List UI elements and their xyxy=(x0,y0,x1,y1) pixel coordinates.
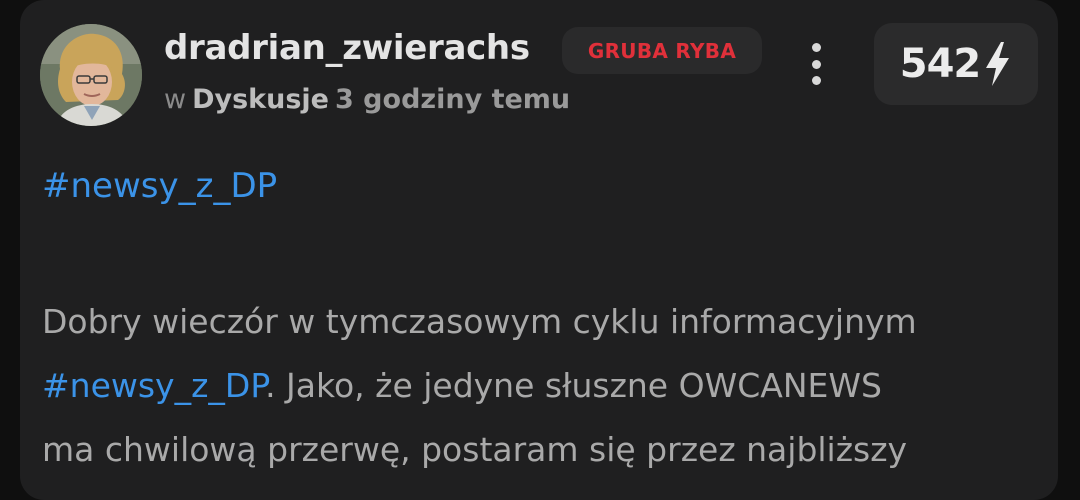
lightning-bolt-icon xyxy=(986,42,1010,86)
vote-count: 542 xyxy=(899,41,981,87)
rank-badge: GRUBA RYBA xyxy=(562,27,762,74)
body-text: . Jako, że jedyne słuszne OWCANEWS xyxy=(265,366,882,405)
author-username[interactable]: dradrian_zwierachs xyxy=(164,28,530,68)
hashtag-link[interactable]: #newsy_z_DP xyxy=(42,166,277,206)
dot xyxy=(811,59,821,69)
body-line: #newsy_z_DP. Jako, że jedyne słuszne OWC… xyxy=(42,354,1042,418)
hashtag-line: #newsy_z_DP xyxy=(42,166,277,206)
meta-in-label: w xyxy=(164,84,187,115)
vote-button[interactable]: 542 xyxy=(874,23,1038,105)
dot xyxy=(811,43,821,52)
avatar[interactable] xyxy=(40,24,142,126)
post-time: 3 godziny temu xyxy=(335,84,571,115)
more-vertical-icon[interactable] xyxy=(802,43,830,85)
body-line: ma chwilową przerwę, postaram się przez … xyxy=(42,430,908,469)
hashtag-link[interactable]: #newsy_z_DP xyxy=(42,366,265,405)
body-line: Dobry wieczór w tymczasowym cyklu inform… xyxy=(42,302,917,341)
category-link[interactable]: Dyskusje xyxy=(192,84,329,115)
post-meta: w Dyskusje 3 godziny temu xyxy=(164,84,570,115)
avatar-image xyxy=(40,24,142,126)
dot xyxy=(811,76,821,85)
post-body: Dobry wieczór w tymczasowym cyklu inform… xyxy=(42,290,1042,482)
